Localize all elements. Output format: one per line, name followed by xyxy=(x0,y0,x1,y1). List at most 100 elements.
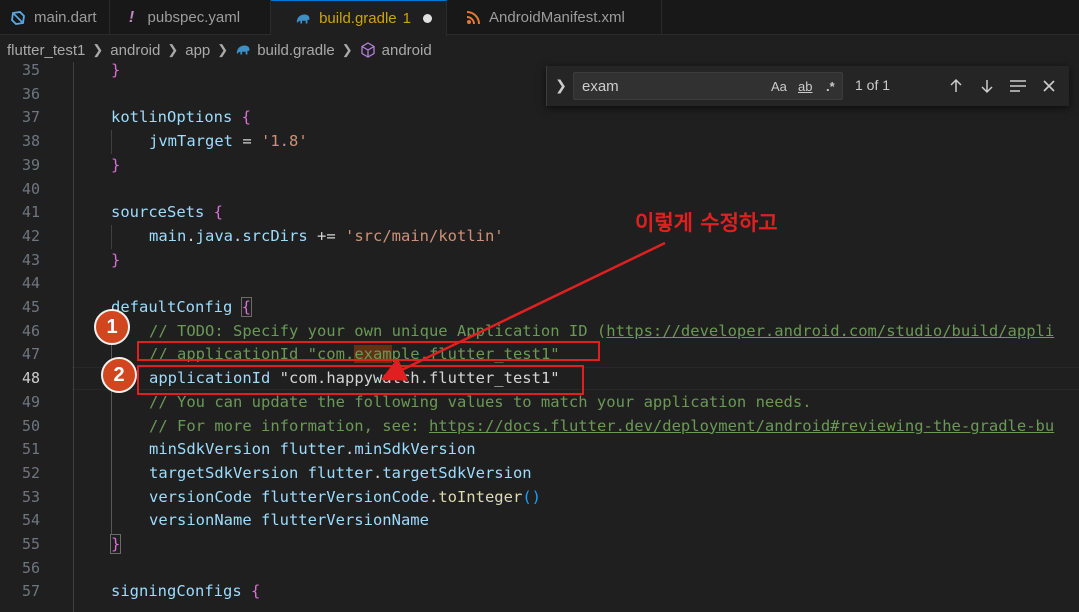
match-count: 1 of 1 xyxy=(855,77,891,93)
comment-link[interactable]: https://docs.flutter.dev/deployment/andr… xyxy=(429,417,1054,435)
brace: } xyxy=(109,534,122,554)
line-number: 36 xyxy=(21,84,40,103)
code-line: kotlinOptions { xyxy=(111,106,251,130)
line-number: 49 xyxy=(21,392,40,411)
token: . xyxy=(344,440,355,459)
line-number-gutter: 35 36 37 38 39 40 41 42 43 44 45 46 47 4… xyxy=(0,62,48,612)
tab-main-dart[interactable]: main.dart xyxy=(0,0,110,35)
code-line: } xyxy=(109,533,122,557)
code-line: signingConfigs { xyxy=(111,580,260,604)
line-number: 57 xyxy=(21,582,40,601)
line-number: 37 xyxy=(21,108,40,127)
toggle-replace-chevron-icon[interactable]: ❯ xyxy=(552,76,570,96)
tab-android-manifest[interactable]: AndroidManifest.xml xyxy=(447,0,662,35)
line-number: 44 xyxy=(21,274,40,293)
problem-count-badge: 1 xyxy=(402,10,411,27)
unsaved-dot-icon[interactable] xyxy=(423,14,432,23)
token: . xyxy=(372,463,383,482)
annotation-marker-1: 1 xyxy=(94,309,130,345)
line-number: 52 xyxy=(21,463,40,482)
brace: } xyxy=(111,62,121,79)
line-number: 56 xyxy=(21,558,40,577)
line-number: 50 xyxy=(21,416,40,435)
line-number: 38 xyxy=(21,132,40,151)
line-number: 42 xyxy=(21,226,40,245)
code-line: // TODO: Specify your own unique Applica… xyxy=(149,320,1054,344)
code-line: // For more information, see: https://do… xyxy=(149,415,1054,439)
brace: () xyxy=(522,487,541,506)
brace: { xyxy=(240,297,253,317)
code-line: main.java.srcDirs += 'src/main/kotlin' xyxy=(149,225,504,249)
chevron-right-icon: ❯ xyxy=(92,42,104,57)
token: versionName xyxy=(149,511,261,530)
annotation-marker-2: 2 xyxy=(101,357,137,393)
gradle-elephant-icon xyxy=(295,11,311,27)
breadcrumb-item[interactable]: build.gradle xyxy=(257,42,335,59)
gradle-elephant-icon xyxy=(235,42,251,58)
tab-label: main.dart xyxy=(34,9,97,26)
code-line: sourceSets { xyxy=(111,201,223,225)
brace: } xyxy=(111,250,121,269)
code-line: } xyxy=(111,62,120,83)
brace: { xyxy=(241,108,251,127)
token: = xyxy=(233,132,261,151)
brace: } xyxy=(111,155,121,174)
rss-xml-icon xyxy=(465,10,481,26)
line-number-current: 48 xyxy=(21,369,40,388)
tab-pubspec-yaml[interactable]: ! pubspec.yaml xyxy=(110,0,272,35)
code-lines[interactable]: } kotlinOptions { jvmTarget = '1.8' } so… xyxy=(72,62,1079,612)
token: jvmTarget xyxy=(149,132,233,151)
tab-label: AndroidManifest.xml xyxy=(489,9,625,26)
token: flutterVersionCode xyxy=(260,487,429,506)
code-editor[interactable]: 35 36 37 38 39 40 41 42 43 44 45 46 47 4… xyxy=(0,62,1079,612)
token: minSdkVersion xyxy=(354,440,476,459)
next-match-arrow-down-icon[interactable] xyxy=(976,75,998,97)
string-token: 'src/main/kotlin' xyxy=(345,226,504,245)
comment-token: // For more information, see: xyxy=(149,416,429,435)
line-number: 51 xyxy=(21,440,40,459)
chevron-right-icon: ❯ xyxy=(341,42,353,57)
find-input[interactable]: exam Aa ab .* xyxy=(573,72,843,100)
match-case-button[interactable]: Aa xyxy=(771,79,787,95)
breadcrumb: flutter_test1 ❯ android ❯ app ❯ build.gr… xyxy=(0,36,1079,64)
line-number: 54 xyxy=(21,511,40,530)
token: signingConfigs xyxy=(111,582,251,601)
comment-link[interactable]: https://developer.android.com/studio/bui… xyxy=(606,322,1054,340)
token: defaultConfig xyxy=(111,298,242,316)
token: . xyxy=(186,226,196,245)
cube-symbol-icon xyxy=(360,42,376,58)
comment-token: // You can update the following values t… xyxy=(149,392,812,411)
line-number: 43 xyxy=(21,250,40,269)
token: += xyxy=(307,226,345,245)
line-number: 40 xyxy=(21,179,40,198)
find-in-selection-icon[interactable] xyxy=(1007,75,1029,97)
find-input-value: exam xyxy=(582,78,619,95)
breadcrumb-item[interactable]: android xyxy=(382,42,432,59)
breadcrumb-item[interactable]: flutter_test1 xyxy=(7,42,85,59)
close-icon[interactable] xyxy=(1038,75,1060,97)
breadcrumb-item[interactable]: app xyxy=(185,42,210,59)
code-line: jvmTarget = '1.8' xyxy=(149,130,308,154)
yaml-exclamation-icon: ! xyxy=(128,8,135,26)
code-line: defaultConfig { xyxy=(111,296,253,320)
tab-build-gradle[interactable]: build.gradle 1 xyxy=(271,0,447,36)
brace: { xyxy=(250,582,261,601)
token: targetSdkVersion xyxy=(382,463,532,482)
previous-match-arrow-up-icon[interactable] xyxy=(945,75,967,97)
breadcrumb-item[interactable]: android xyxy=(110,42,160,59)
token: targetSdkVersion xyxy=(149,463,308,482)
line-number: 55 xyxy=(21,535,40,553)
find-widget: ❯ exam Aa ab .* 1 of 1 xyxy=(546,66,1069,106)
indent-guide xyxy=(111,225,112,249)
regex-button[interactable]: .* xyxy=(826,79,835,95)
indent-guide xyxy=(111,130,112,154)
token: . xyxy=(428,487,439,506)
token: flutterVersionName xyxy=(260,511,429,530)
chevron-right-icon: ❯ xyxy=(217,42,229,57)
match-whole-word-button[interactable]: ab xyxy=(798,79,812,95)
tab-label: pubspec.yaml xyxy=(147,9,241,26)
code-line: versionName flutterVersionName xyxy=(149,509,429,533)
chevron-right-icon: ❯ xyxy=(167,42,179,57)
code-line: minSdkVersion flutter.minSdkVersion xyxy=(149,438,476,462)
token: kotlinOptions xyxy=(111,108,242,127)
